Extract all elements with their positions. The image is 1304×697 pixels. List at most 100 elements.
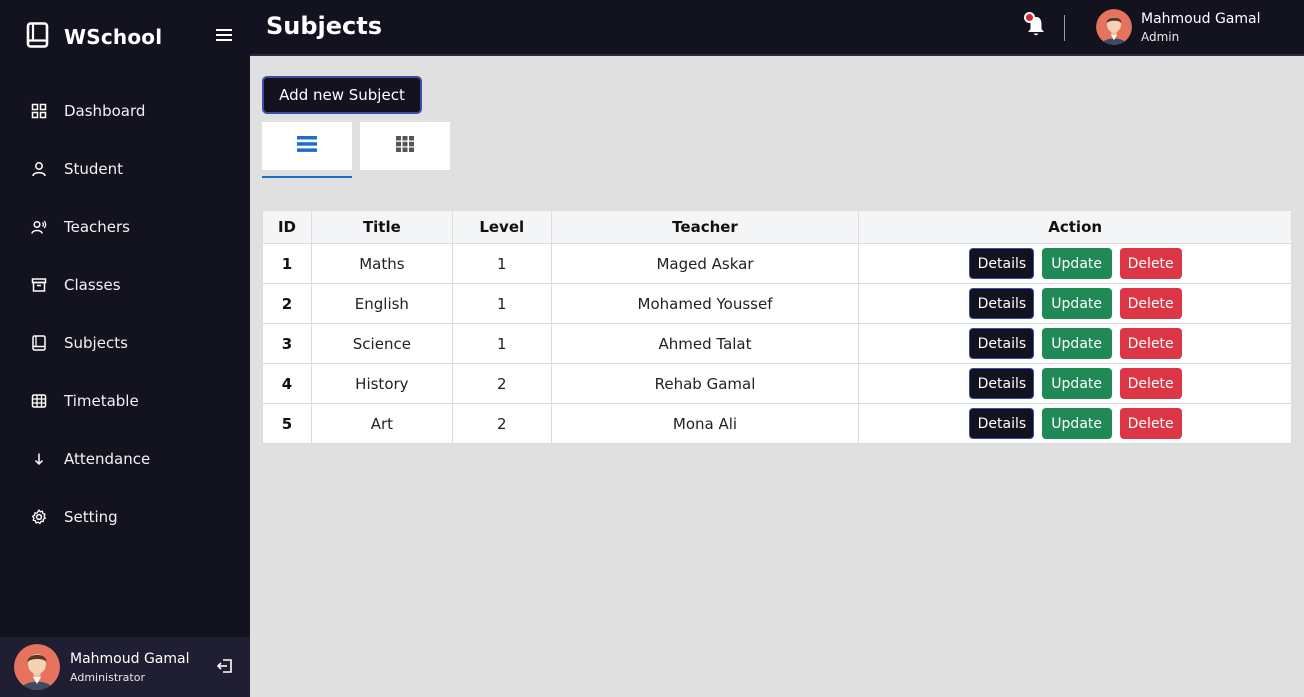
column-header-teacher[interactable]: Teacher bbox=[550, 210, 860, 244]
cell-id: 5 bbox=[262, 403, 312, 444]
cell-id: 3 bbox=[262, 323, 312, 364]
avatar bbox=[1096, 9, 1132, 45]
list-icon bbox=[297, 136, 317, 156]
footer-user-name: Mahmoud Gamal bbox=[70, 650, 190, 667]
hamburger-menu-icon[interactable] bbox=[214, 25, 234, 49]
book-logo-icon bbox=[26, 22, 50, 52]
page-title: Subjects bbox=[266, 12, 383, 40]
cell-teacher: Ahmed Talat bbox=[550, 323, 860, 364]
delete-button[interactable]: Delete bbox=[1119, 408, 1182, 439]
table-row: 2 English 1 Mohamed Youssef Details Upda… bbox=[262, 283, 1292, 324]
column-header-title[interactable]: Title bbox=[310, 210, 453, 244]
user-menu[interactable]: Mahmoud Gamal Admin bbox=[1096, 9, 1260, 45]
cell-id: 1 bbox=[262, 243, 312, 284]
sidebar: WSchool Dashboard Student Teachers Class… bbox=[0, 0, 250, 697]
header-user-name: Mahmoud Gamal bbox=[1141, 10, 1261, 27]
sidebar-item-classes[interactable]: Classes bbox=[0, 256, 250, 314]
sidebar-item-label: Subjects bbox=[64, 334, 128, 352]
update-button[interactable]: Update bbox=[1041, 288, 1112, 319]
archive-icon bbox=[30, 276, 48, 294]
sidebar-item-attendance[interactable]: Attendance bbox=[0, 430, 250, 488]
sidebar-nav: Dashboard Student Teachers Classes Subje… bbox=[0, 82, 250, 546]
cell-level: 1 bbox=[451, 283, 552, 324]
brand-name: WSchool bbox=[64, 25, 163, 49]
footer-user-role: Administrator bbox=[70, 670, 145, 684]
cell-title: Art bbox=[310, 403, 453, 444]
cell-level: 2 bbox=[451, 403, 552, 444]
details-button[interactable]: Details bbox=[968, 408, 1034, 439]
sidebar-item-subjects[interactable]: Subjects bbox=[0, 314, 250, 372]
delete-button[interactable]: Delete bbox=[1119, 368, 1182, 399]
update-button[interactable]: Update bbox=[1041, 368, 1112, 399]
sidebar-item-label: Student bbox=[64, 160, 124, 178]
active-tab-indicator bbox=[262, 176, 352, 178]
avatar bbox=[14, 644, 60, 690]
cell-title: History bbox=[310, 363, 453, 404]
column-header-id[interactable]: ID bbox=[262, 210, 312, 244]
cell-actions: Details Update Delete bbox=[858, 403, 1292, 444]
update-button[interactable]: Update bbox=[1041, 328, 1112, 359]
gear-icon bbox=[30, 508, 48, 526]
details-button[interactable]: Details bbox=[968, 288, 1034, 319]
column-header-action: Action bbox=[858, 210, 1292, 244]
notification-dot bbox=[1024, 12, 1035, 23]
book-icon bbox=[30, 334, 48, 352]
sidebar-item-dashboard[interactable]: Dashboard bbox=[0, 82, 250, 140]
cell-level: 1 bbox=[451, 243, 552, 284]
table-icon bbox=[30, 392, 48, 410]
top-bar: Subjects Mahmoud Gamal Admin bbox=[250, 0, 1304, 56]
header-user-role: Admin bbox=[1141, 29, 1180, 44]
sidebar-item-setting[interactable]: Setting bbox=[0, 488, 250, 546]
cell-actions: Details Update Delete bbox=[858, 243, 1292, 284]
cell-actions: Details Update Delete bbox=[858, 323, 1292, 364]
table-row: 3 Science 1 Ahmed Talat Details Update D… bbox=[262, 323, 1292, 364]
update-button[interactable]: Update bbox=[1041, 248, 1112, 279]
tab-list-view[interactable] bbox=[262, 122, 352, 170]
delete-button[interactable]: Delete bbox=[1119, 288, 1182, 319]
table-row: 4 History 2 Rehab Gamal Details Update D… bbox=[262, 363, 1292, 404]
subjects-table: ID Title Level Teacher Action 1 Maths 1 … bbox=[262, 210, 1292, 444]
sidebar-item-label: Teachers bbox=[64, 218, 130, 236]
sidebar-item-timetable[interactable]: Timetable bbox=[0, 372, 250, 430]
sidebar-item-label: Timetable bbox=[64, 392, 139, 410]
cell-title: Maths bbox=[310, 243, 453, 284]
sidebar-item-label: Dashboard bbox=[64, 102, 146, 120]
update-button[interactable]: Update bbox=[1041, 408, 1112, 439]
sidebar-item-teachers[interactable]: Teachers bbox=[0, 198, 250, 256]
cell-title: Science bbox=[310, 323, 453, 364]
dashboard-icon bbox=[30, 102, 48, 120]
add-subject-button[interactable]: Add new Subject bbox=[262, 76, 422, 114]
sidebar-profile: Mahmoud Gamal Administrator bbox=[0, 637, 250, 697]
table-row: 5 Art 2 Mona Ali Details Update Delete bbox=[262, 403, 1292, 444]
column-header-level[interactable]: Level bbox=[451, 210, 552, 244]
grid-icon bbox=[396, 136, 414, 156]
table-header-row: ID Title Level Teacher Action bbox=[262, 210, 1292, 244]
cell-id: 4 bbox=[262, 363, 312, 404]
cell-teacher: Mona Ali bbox=[550, 403, 860, 444]
table-row: 1 Maths 1 Maged Askar Details Update Del… bbox=[262, 243, 1292, 284]
details-button[interactable]: Details bbox=[968, 328, 1034, 359]
tab-grid-view[interactable] bbox=[360, 122, 450, 170]
sidebar-item-label: Classes bbox=[64, 276, 121, 294]
cell-actions: Details Update Delete bbox=[858, 363, 1292, 404]
cell-teacher: Rehab Gamal bbox=[550, 363, 860, 404]
delete-button[interactable]: Delete bbox=[1119, 328, 1182, 359]
sidebar-item-student[interactable]: Student bbox=[0, 140, 250, 198]
arrow-down-icon bbox=[30, 450, 48, 468]
sidebar-item-label: Setting bbox=[64, 508, 118, 526]
cell-title: English bbox=[310, 283, 453, 324]
cell-teacher: Mohamed Youssef bbox=[550, 283, 860, 324]
cell-level: 2 bbox=[451, 363, 552, 404]
brand[interactable]: WSchool bbox=[26, 22, 162, 52]
divider bbox=[1064, 15, 1065, 41]
teacher-icon bbox=[30, 218, 48, 236]
details-button[interactable]: Details bbox=[968, 248, 1034, 279]
cell-id: 2 bbox=[262, 283, 312, 324]
user-icon bbox=[30, 160, 48, 178]
delete-button[interactable]: Delete bbox=[1119, 248, 1182, 279]
cell-level: 1 bbox=[451, 323, 552, 364]
sidebar-item-label: Attendance bbox=[64, 450, 151, 468]
details-button[interactable]: Details bbox=[968, 368, 1034, 399]
cell-teacher: Maged Askar bbox=[550, 243, 860, 284]
logout-icon[interactable] bbox=[216, 657, 234, 679]
